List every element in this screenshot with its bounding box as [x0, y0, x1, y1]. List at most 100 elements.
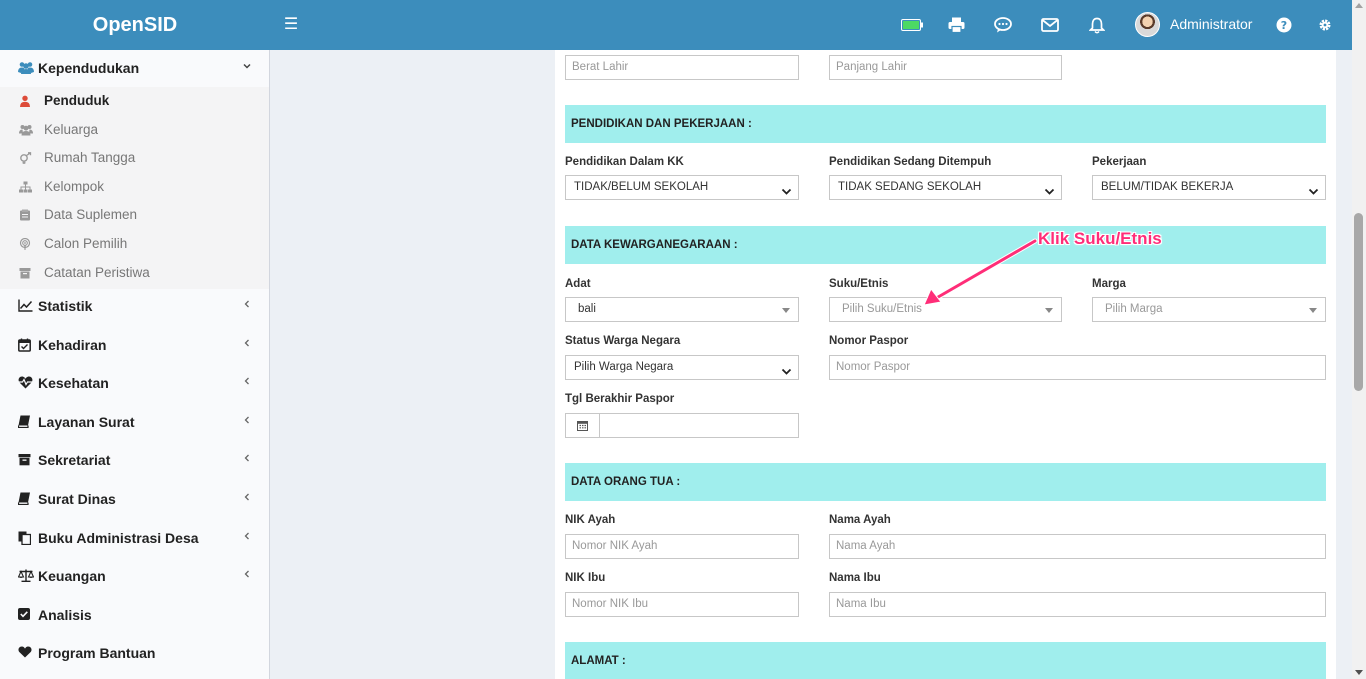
scroll-up-icon[interactable] [1355, 3, 1363, 8]
chevron-left-icon [242, 452, 252, 466]
bell-icon[interactable] [1086, 14, 1108, 36]
sidebar-item-keuangan[interactable]: Keuangan [0, 558, 269, 594]
chevron-left-icon [242, 298, 252, 312]
scroll-down-icon[interactable] [1355, 670, 1363, 675]
chevron-left-icon [242, 530, 252, 544]
nik-ibu-input[interactable]: Nomor NIK Ibu [565, 592, 799, 617]
chevron-down-icon [1308, 183, 1319, 206]
sidebar: Kependudukan Penduduk Keluarga Rumah Tan… [0, 50, 270, 679]
chevron-down-icon [781, 363, 792, 386]
chevron-left-icon [242, 337, 252, 351]
sidebar-item-kelompok[interactable]: Kelompok [0, 173, 269, 201]
sidebar-item-kependudukan[interactable]: Kependudukan [0, 50, 269, 86]
book-icon [17, 492, 32, 506]
user-avatar[interactable] [1135, 12, 1160, 37]
nama-ibu-label: Nama Ibu [829, 572, 881, 584]
section-orang-tua: DATA ORANG TUA : [565, 463, 1326, 501]
sidebar-item-keluarga[interactable]: Keluarga [0, 116, 269, 144]
chevron-left-icon [242, 414, 252, 428]
caret-down-icon [1309, 308, 1317, 313]
clipboard-icon [19, 209, 31, 221]
sidebar-item-catatan-peristiwa[interactable]: Catatan Peristiwa [0, 259, 269, 287]
chevron-left-icon [242, 375, 252, 389]
sidebar-item-sekretariat[interactable]: Sekretariat [0, 442, 269, 478]
annotation-callout: Klik Suku/Etnis [1038, 229, 1162, 248]
nama-ayah-label: Nama Ayah [829, 514, 891, 526]
sidebar-item-calon-pemilih[interactable]: Calon Pemilih [0, 230, 269, 258]
users-icon [18, 61, 34, 75]
check-square-icon [18, 608, 32, 622]
sidebar-item-kesehatan[interactable]: Kesehatan [0, 365, 269, 401]
caret-down-icon [1045, 308, 1053, 313]
calendar-check-icon [18, 338, 32, 352]
archive-icon [18, 453, 32, 467]
chevron-down-icon [242, 60, 252, 74]
nik-ayah-input[interactable]: Nomor NIK Ayah [565, 534, 799, 559]
nomor-paspor-input[interactable]: Nomor Paspor [829, 355, 1326, 380]
chevron-left-icon [242, 491, 252, 505]
suku-etnis-label: Suku/Etnis [829, 278, 889, 290]
nama-ibu-input[interactable]: Nama Ibu [829, 592, 1326, 617]
nik-ibu-label: NIK Ibu [565, 572, 606, 584]
nomor-paspor-label: Nomor Paspor [829, 335, 909, 347]
pekerjaan-select[interactable]: BELUM/TIDAK BEKERJA [1092, 175, 1326, 200]
sidebar-item-statistik[interactable]: Statistik [0, 288, 269, 324]
app-logo[interactable]: OpenSID [0, 0, 270, 50]
berat-lahir-input[interactable]: Berat Lahir [565, 55, 799, 80]
chevron-left-icon [242, 568, 252, 582]
sidebar-item-penduduk[interactable]: Penduduk [0, 87, 269, 115]
help-icon[interactable]: ? [1273, 14, 1295, 36]
sidebar-item-surat-dinas[interactable]: Surat Dinas [0, 481, 269, 517]
nama-ayah-input[interactable]: Nama Ayah [829, 534, 1326, 559]
user-name[interactable]: Administrator [1170, 16, 1252, 32]
gear-icon[interactable] [1314, 14, 1336, 36]
mail-icon[interactable] [1039, 14, 1061, 36]
adat-label: Adat [565, 278, 591, 290]
chart-icon [18, 299, 33, 313]
pekerjaan-label: Pekerjaan [1092, 156, 1147, 168]
tgl-berakhir-paspor-label: Tgl Berakhir Paspor [565, 393, 675, 405]
sidebar-item-buku-administrasi-desa[interactable]: Buku Administrasi Desa [0, 520, 269, 556]
nik-ayah-label: NIK Ayah [565, 514, 616, 526]
balance-scale-icon [17, 569, 35, 583]
sidebar-item-data-suplemen[interactable]: Data Suplemen [0, 201, 269, 229]
chevron-down-icon [781, 183, 792, 206]
print-icon[interactable] [945, 14, 967, 36]
calendar-icon[interactable] [565, 413, 600, 438]
archive-icon [19, 267, 31, 279]
sidebar-item-program-bantuan[interactable]: Program Bantuan [0, 635, 269, 671]
pendidikan-tempuh-label: Pendidikan Sedang Ditempuh [829, 156, 992, 168]
panjang-lahir-input[interactable]: Panjang Lahir [829, 55, 1062, 80]
svg-text:?: ? [1281, 19, 1287, 32]
sidebar-item-layanan-surat[interactable]: Layanan Surat [0, 404, 269, 440]
tgl-berakhir-paspor-input[interactable] [599, 413, 799, 438]
sidebar-item-rumah-tangga[interactable]: Rumah Tangga [0, 144, 269, 172]
status-warga-negara-select[interactable]: Pilih Warga Negara [565, 355, 799, 380]
pendidikan-kk-label: Pendidikan Dalam KK [565, 156, 684, 168]
section-pendidikan-pekerjaan: PENDIDIKAN DAN PEKERJAAN : [565, 105, 1326, 143]
pendidikan-tempuh-select[interactable]: TIDAK SEDANG SEKOLAH [829, 175, 1062, 200]
chat-icon[interactable] [992, 14, 1014, 36]
sidebar-item-analisis[interactable]: Analisis [0, 597, 269, 633]
marga-select[interactable]: Pilih Marga [1092, 297, 1326, 322]
adat-select[interactable]: bali [565, 297, 799, 322]
battery-icon[interactable] [901, 14, 923, 36]
sidebar-item-kehadiran[interactable]: Kehadiran [0, 327, 269, 363]
page-scrollbar[interactable] [1352, 0, 1366, 679]
chevron-down-icon [1044, 183, 1055, 206]
status-warga-negara-label: Status Warga Negara [565, 335, 681, 347]
marga-label: Marga [1092, 278, 1126, 290]
top-navbar: OpenSID ☰ Administrator ? [0, 0, 1352, 50]
section-alamat: ALAMAT : [565, 642, 1326, 679]
venus-mars-icon [19, 152, 32, 164]
book-icon [17, 415, 32, 429]
heart-icon [18, 646, 32, 660]
heartbeat-icon [18, 376, 33, 390]
sitemap-icon [19, 181, 32, 193]
menu-toggle-icon[interactable]: ☰ [282, 13, 300, 37]
user-icon [19, 95, 31, 107]
copy-icon [18, 531, 32, 546]
podcast-icon [19, 237, 31, 250]
scroll-thumb[interactable] [1354, 213, 1363, 391]
pendidikan-kk-select[interactable]: TIDAK/BELUM SEKOLAH [565, 175, 799, 200]
